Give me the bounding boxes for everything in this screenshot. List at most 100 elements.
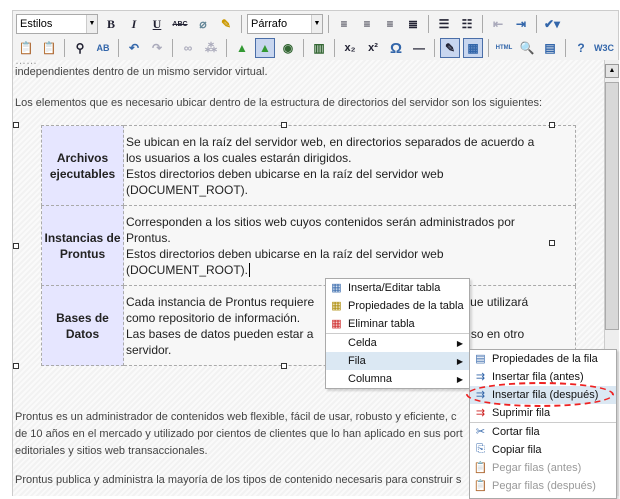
unlink-icon[interactable]: ⁂ [201,38,221,58]
superscript-icon[interactable]: x² [363,38,383,58]
find-icon[interactable]: ⚲ [70,38,90,58]
cell-header-text: Archivos ejecutables [49,150,116,181]
format-value: Párrafo [251,18,288,30]
paragraph-partial: independientes dentro de un mismo servid… [15,66,268,78]
cell-header-text: Bases de Datos [56,310,109,341]
table-icon[interactable]: ▦ [463,38,483,58]
cell-line: Se ubican en la raíz del servidor web, e… [126,134,535,149]
paragraph-line: editoriales y sitios web transaccionales… [15,445,208,457]
menu-label: Propiedades de la tabla [348,300,464,312]
image-manager-icon[interactable]: ▲ [255,38,275,58]
styles-value: Estilos [20,18,53,30]
table-header-cell[interactable]: Archivos ejecutables [41,125,124,206]
cell-line: Estos directorios deben ubicarse en la r… [126,246,444,261]
paste-text-icon[interactable]: 📋 [16,38,36,58]
underline-icon[interactable]: U [147,14,167,34]
menu-item-paste-rows-before[interactable]: 📋 Pegar filas (antes) [470,459,616,477]
scrollbar-thumb[interactable] [605,82,619,330]
menu-label: Fila [348,355,366,367]
menu-item-row[interactable]: Fila ▶ [326,352,469,370]
scroll-up-arrow-icon[interactable]: ▲ [605,64,619,78]
w3c-icon[interactable]: W3C [594,38,614,58]
visual-aid-icon[interactable]: ✎ [440,38,460,58]
redo-icon[interactable]: ↷ [147,38,167,58]
table-cell[interactable]: Se ubican en la raíz del servidor web, e… [123,125,576,206]
separator [434,39,435,57]
special-char-icon[interactable]: Ω [386,38,406,58]
template-icon[interactable]: ▤ [540,38,560,58]
content-table[interactable]: Archivos ejecutables Se ubican en la raí… [41,125,576,366]
numbered-list-icon[interactable]: ☷ [457,14,477,34]
table-header-cell[interactable]: Bases de Datos [41,285,124,366]
table-row[interactable]: Instancias de Prontus Corresponden a los… [41,205,576,286]
text-cursor [249,262,250,277]
html-icon[interactable]: HTML [494,38,514,58]
resize-handle[interactable] [549,122,555,128]
menu-item-paste-rows-after[interactable]: 📋 Pegar filas (después) [470,477,616,495]
cut-icon: ✂ [475,426,486,438]
align-right-icon[interactable]: ≡ [380,14,400,34]
outdent-icon[interactable]: ⇤ [488,14,508,34]
menu-label: Eliminar tabla [348,318,415,330]
separator [172,39,173,57]
media-icon[interactable]: ◉ [278,38,298,58]
resize-handle[interactable] [549,240,555,246]
undo-icon[interactable]: ↶ [124,38,144,58]
menu-label: Pegar filas (antes) [492,462,582,474]
resize-handle[interactable] [281,122,287,128]
menu-item-row-properties[interactable]: ▤ Propiedades de la fila [470,350,616,368]
paste-word-icon[interactable]: 📋 [39,38,59,58]
menu-item-column[interactable]: Columna ▶ [326,370,469,388]
align-justify-icon[interactable]: ≣ [403,14,423,34]
eraser-icon[interactable]: ⌀ [193,14,213,34]
bold-icon[interactable]: B [101,14,121,34]
submenu-arrow-icon: ▶ [456,356,463,366]
resize-handle[interactable] [13,363,19,369]
strikethrough-icon[interactable]: ABC [170,14,190,34]
separator [482,15,483,33]
help-icon[interactable]: ? [571,38,591,58]
align-left-icon[interactable]: ≡ [334,14,354,34]
context-menu: ▦ Inserta/Editar tabla ▦ Propiedades de la… [325,278,470,389]
format-select[interactable]: Párrafo ▼ [247,14,323,34]
menu-item-cell[interactable]: Celda ▶ [326,334,469,352]
menu-item-cut-row[interactable]: ✂ Cortar fila [470,423,616,441]
menu-label: Pegar filas (después) [492,480,596,492]
link-icon[interactable]: ∞ [178,38,198,58]
bullet-list-icon[interactable]: ☰ [434,14,454,34]
preview-icon[interactable]: 🔍 [517,38,537,58]
menu-label: Celda [348,337,377,349]
paragraph-line: de 10 años en el mercado y utilizado por… [15,428,463,440]
resize-handle[interactable] [281,363,287,369]
separator [334,39,335,57]
menu-item-copy-row[interactable]: ⎘ Copiar fila [470,441,616,459]
resize-handle[interactable] [13,122,19,128]
toolbar-row-2: 📋 📋 ⚲ AB ↶ ↷ ∞ ⁂ ▲ ▲ ◉ ▥ x₂ x² Ω — ✎ ▦ H… [16,37,614,59]
horizontal-rule-icon[interactable]: — [409,38,429,58]
replace-icon[interactable]: AB [93,38,113,58]
insert-row-before-icon: ⇉ [475,371,486,383]
cell-text: (DOCUMENT_ROOT). [126,262,248,277]
delete-row-icon: ⇉ [475,407,486,419]
row-properties-icon: ▤ [475,353,486,365]
separator [428,15,429,33]
italic-icon[interactable]: I [124,14,144,34]
spellcheck-icon[interactable]: ✔▾ [542,14,562,34]
menu-item-insert-edit-table[interactable]: ▦ Inserta/Editar tabla [326,279,469,297]
cleanup-brush-icon[interactable]: ✎ [216,14,236,34]
separator [536,15,537,33]
separator [303,39,304,57]
styles-select[interactable]: Estilos ▼ [16,14,98,34]
separator [488,39,489,57]
image-icon[interactable]: ▲ [232,38,252,58]
indent-icon[interactable]: ⇥ [511,14,531,34]
table-row[interactable]: Archivos ejecutables Se ubican en la raí… [41,125,576,206]
table-header-cell[interactable]: Instancias de Prontus [41,205,124,286]
menu-item-table-properties[interactable]: ▦ Propiedades de la tabla [326,297,469,315]
resize-handle[interactable] [13,243,19,249]
align-center-icon[interactable]: ≡ [357,14,377,34]
menu-item-delete-table[interactable]: ▦ Eliminar tabla [326,315,469,333]
table-cell[interactable]: Corresponden a los sitios web cuyos cont… [123,205,576,286]
subscript-icon[interactable]: x₂ [340,38,360,58]
film-icon[interactable]: ▥ [309,38,329,58]
